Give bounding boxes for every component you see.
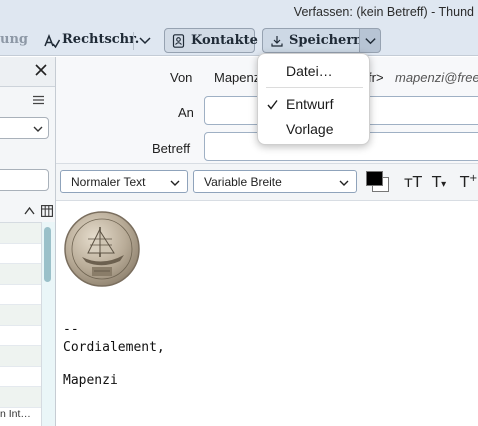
contacts-list[interactable] bbox=[0, 222, 41, 426]
signature-line-1: Cordialement, bbox=[63, 340, 165, 355]
signature-line-2: Mapenzi bbox=[63, 373, 118, 388]
column-picker-icon[interactable] bbox=[41, 205, 53, 217]
list-item[interactable] bbox=[0, 346, 41, 367]
save-button[interactable]: Speichern bbox=[262, 28, 363, 53]
message-body[interactable]: -- Cordialement, Mapenzi bbox=[56, 201, 478, 426]
sidebar-header bbox=[0, 57, 56, 87]
menu-icon[interactable] bbox=[33, 95, 44, 105]
from-email: mapenzi@free bbox=[395, 70, 478, 85]
close-icon[interactable] bbox=[34, 63, 48, 77]
address-book-icon bbox=[172, 34, 185, 48]
list-item[interactable] bbox=[0, 326, 41, 346]
to-label: An bbox=[178, 105, 194, 120]
menu-item-template[interactable]: Vorlage bbox=[286, 121, 333, 137]
toolbar-truncated-label[interactable]: ung bbox=[0, 32, 28, 47]
contacts-button-label: Kontakte bbox=[191, 33, 258, 48]
menu-item-draft[interactable]: Entwurf bbox=[286, 96, 333, 112]
list-item[interactable] bbox=[0, 367, 41, 387]
chevron-down-icon bbox=[33, 126, 43, 132]
list-item[interactable] bbox=[0, 264, 41, 285]
contacts-search-input[interactable] bbox=[0, 169, 49, 191]
save-dropdown-menu: Datei… Entwurf Vorlage bbox=[257, 53, 370, 145]
chevron-down-icon bbox=[170, 180, 180, 186]
format-toolbar: Normaler Text Variable Breite ᴛT T▾ T+ bbox=[56, 163, 478, 201]
save-dropdown-button[interactable] bbox=[359, 28, 381, 53]
window-title-bar: Verfassen: (kein Betreff) - Thund bbox=[0, 0, 478, 26]
from-identity[interactable]: Mapenz bbox=[214, 70, 260, 85]
list-item[interactable] bbox=[0, 387, 41, 408]
font-family-value: Variable Breite bbox=[204, 175, 282, 189]
font-size-larger-icon[interactable]: T+ bbox=[460, 173, 478, 191]
text-color-swatch[interactable] bbox=[366, 171, 383, 186]
contacts-sidebar: n Int… bbox=[0, 87, 56, 426]
paragraph-format-select[interactable]: Normaler Text bbox=[60, 170, 188, 193]
menu-item-file[interactable]: Datei… bbox=[286, 63, 333, 79]
text-style-icon[interactable]: T▾ bbox=[432, 173, 446, 191]
toolbar-separator bbox=[133, 32, 134, 50]
menu-separator bbox=[266, 87, 363, 88]
checkmark-icon bbox=[267, 100, 278, 110]
address-book-select[interactable] bbox=[0, 117, 49, 139]
from-label: Von bbox=[170, 70, 193, 85]
list-item-label: n Int… bbox=[0, 408, 31, 420]
subject-label: Betreff bbox=[152, 141, 191, 156]
contacts-button[interactable]: Kontakte bbox=[164, 28, 258, 53]
font-size-smaller-icon[interactable]: ᴛT bbox=[404, 173, 422, 191]
compose-toolbar: ung Rechtschr. Kontakte Speichern bbox=[0, 26, 478, 56]
list-item[interactable] bbox=[0, 223, 41, 244]
chevron-down-icon bbox=[339, 180, 349, 186]
from-identity-tail: fr> bbox=[368, 70, 384, 85]
seal-image[interactable] bbox=[62, 209, 142, 289]
scrollbar-thumb[interactable] bbox=[44, 227, 51, 282]
download-icon bbox=[271, 36, 283, 47]
spellcheck-icon[interactable] bbox=[44, 33, 60, 49]
list-item[interactable] bbox=[0, 244, 41, 264]
paragraph-format-value: Normaler Text bbox=[71, 175, 146, 189]
signature-separator: -- bbox=[63, 322, 79, 337]
list-item[interactable] bbox=[0, 285, 41, 305]
font-family-select[interactable]: Variable Breite bbox=[193, 170, 357, 193]
window-title: Verfassen: (kein Betreff) - Thund bbox=[293, 5, 474, 19]
spellcheck-button[interactable]: Rechtschr. bbox=[62, 32, 139, 47]
chevron-down-icon bbox=[365, 38, 376, 45]
save-button-label: Speichern bbox=[289, 33, 363, 48]
list-item[interactable] bbox=[0, 305, 41, 326]
chevron-down-icon[interactable] bbox=[138, 33, 152, 47]
sort-ascending-icon[interactable] bbox=[24, 206, 35, 215]
